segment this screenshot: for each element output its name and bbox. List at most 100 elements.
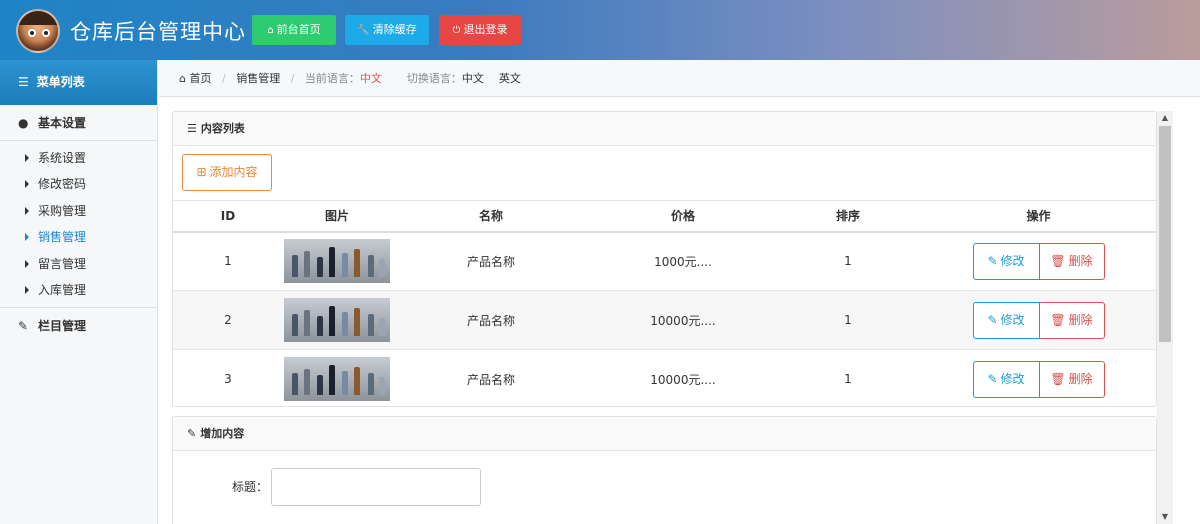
thumbnail-figure: [317, 316, 323, 336]
thumbnail-figure: [292, 314, 298, 336]
title-form-row: 标题：: [173, 468, 1158, 506]
switch-lang-zh[interactable]: 中文: [462, 72, 484, 85]
plus-square-icon: ⊞: [196, 165, 207, 179]
scroll-up-arrow-icon[interactable]: ▲: [1157, 111, 1173, 125]
edit-icon: ✎: [987, 371, 998, 386]
wrench-icon: 🔧: [357, 25, 370, 36]
title-label: 标题：: [231, 480, 268, 494]
caret-right-icon: [25, 154, 29, 162]
delete-button[interactable]: 🗑 删除: [1038, 360, 1105, 398]
sidebar-item-stock-in[interactable]: 入库管理: [0, 277, 157, 303]
thumbnail-figure: [342, 253, 348, 278]
sidebar-group-basic[interactable]: ● 基本设置: [0, 105, 157, 141]
switch-lang-en[interactable]: 英文: [499, 72, 521, 85]
sidebar-title: ☰ 菜单列表: [0, 60, 157, 105]
cell-actions: ✎ 修改 🗑 删除: [921, 349, 1156, 409]
cell-name: 产品名称: [391, 231, 591, 291]
title-input[interactable]: [271, 468, 481, 506]
lang-label: 当前语言：: [304, 72, 360, 85]
thumbnail-figure: [354, 367, 360, 396]
add-content-panel: ✎ 增加内容 标题：: [172, 416, 1157, 524]
cell-name: 产品名称: [391, 349, 591, 409]
content-table: ID 图片 名称 价格 排序 操作 1 产品名称 1000元.... 1 ✎ 修改…: [173, 200, 1156, 409]
thumbnail-figure: [354, 249, 360, 278]
thumbnail-figure: [304, 369, 310, 396]
sidebar-item-purchase[interactable]: 采购管理: [0, 198, 157, 224]
sidebar-list: 系统设置 修改密码 采购管理 销售管理 留言管理 入库管理: [0, 141, 157, 309]
cell-sort: 1: [775, 231, 921, 291]
cell-price: 1000元....: [591, 231, 775, 291]
cell-image: [283, 290, 391, 350]
sidebar-item-sales[interactable]: 销售管理: [0, 224, 157, 250]
thumbnail-figure: [342, 371, 348, 396]
cell-actions: ✎ 修改 🗑 删除: [921, 290, 1156, 350]
cell-id: 3: [173, 349, 283, 409]
power-icon: ⏻: [452, 25, 461, 36]
list-icon: ☰: [18, 75, 29, 89]
caret-right-icon: [25, 206, 29, 215]
thumbnail-figure: [304, 251, 310, 278]
lang-value: 中文: [359, 72, 382, 85]
cell-id: 2: [173, 290, 283, 350]
content-list-panel: ☰ 内容列表 ⊞ 添加内容 ID 图片 名称 价格 排序 操作 1 产品名称 100…: [172, 111, 1157, 409]
thumbnail-figure: [368, 314, 374, 336]
col-id: ID: [173, 200, 283, 233]
thumbnail-figure: [292, 255, 298, 278]
table-row: 1 产品名称 1000元.... 1 ✎ 修改 🗑 删除: [173, 231, 1156, 291]
cell-actions: ✎ 修改 🗑 删除: [921, 231, 1156, 291]
table-header-row: ID 图片 名称 价格 排序 操作: [173, 200, 1156, 233]
trash-icon: 🗑: [1050, 253, 1066, 268]
thumbnail-figure: [342, 312, 348, 336]
cell-name: 产品名称: [391, 290, 591, 350]
product-thumbnail: [284, 239, 390, 284]
logout-button[interactable]: ⏻ 退出登录: [439, 15, 521, 45]
breadcrumb-home[interactable]: 首页: [189, 72, 211, 85]
delete-button[interactable]: 🗑 删除: [1038, 242, 1105, 280]
caret-right-icon: [25, 180, 29, 189]
list-icon: ☰: [187, 122, 197, 135]
thumbnail-figure: [317, 257, 323, 278]
delete-button[interactable]: 🗑 删除: [1038, 301, 1105, 339]
thumbnail-figure: [304, 310, 310, 336]
user-icon: ●: [18, 116, 29, 130]
edit-icon: ✎: [18, 319, 29, 334]
scroll-thumb[interactable]: [1159, 126, 1171, 342]
caret-right-icon: [25, 233, 29, 242]
edit-icon: ✎: [987, 312, 998, 327]
col-image: 图片: [283, 200, 391, 233]
cell-image: [283, 349, 391, 409]
trash-icon: 🗑: [1050, 371, 1066, 386]
add-content-button[interactable]: ⊞ 添加内容: [182, 154, 272, 191]
sidebar-group-column[interactable]: ✎ 栏目管理: [0, 308, 157, 344]
col-price: 价格: [591, 200, 775, 233]
edit-icon: ✎: [987, 253, 998, 268]
thumbnail-figure: [379, 377, 385, 396]
home-icon: ⌂: [267, 25, 274, 36]
caret-right-icon: [25, 285, 29, 294]
trash-icon: 🗑: [1050, 312, 1066, 327]
sidebar-item-system[interactable]: 系统设置: [0, 145, 157, 171]
sidebar-item-messages[interactable]: 留言管理: [0, 251, 157, 277]
sidebar-item-password[interactable]: 修改密码: [0, 171, 157, 197]
vertical-scrollbar[interactable]: ▲ ▼: [1157, 111, 1173, 524]
edit-icon: ✎: [187, 427, 197, 440]
cell-price: 10000元....: [591, 349, 775, 409]
edit-button[interactable]: ✎ 修改: [972, 242, 1040, 280]
product-thumbnail: [284, 298, 390, 342]
scroll-down-arrow-icon[interactable]: ▼: [1157, 510, 1173, 524]
avatar-logo: [16, 9, 60, 53]
home-icon: ⌂: [179, 72, 186, 85]
clear-cache-button[interactable]: 🔧 清除缓存: [345, 15, 429, 45]
breadcrumb-current[interactable]: 销售管理: [236, 72, 280, 85]
frontend-home-button[interactable]: ⌂ 前台首页: [252, 15, 336, 45]
col-name: 名称: [391, 200, 591, 233]
cell-price: 10000元....: [591, 290, 775, 350]
edit-button[interactable]: ✎ 修改: [972, 360, 1040, 398]
cell-sort: 1: [775, 349, 921, 409]
switch-lang-label: 切换语言：: [406, 72, 462, 85]
cell-id: 1: [173, 231, 283, 291]
breadcrumb: ⌂ 首页 / 销售管理 / 当前语言：中文 切换语言：中文 英文: [159, 60, 1200, 97]
thumbnail-figure: [329, 365, 335, 396]
edit-button[interactable]: ✎ 修改: [972, 301, 1040, 339]
thumbnail-figure: [292, 373, 298, 396]
